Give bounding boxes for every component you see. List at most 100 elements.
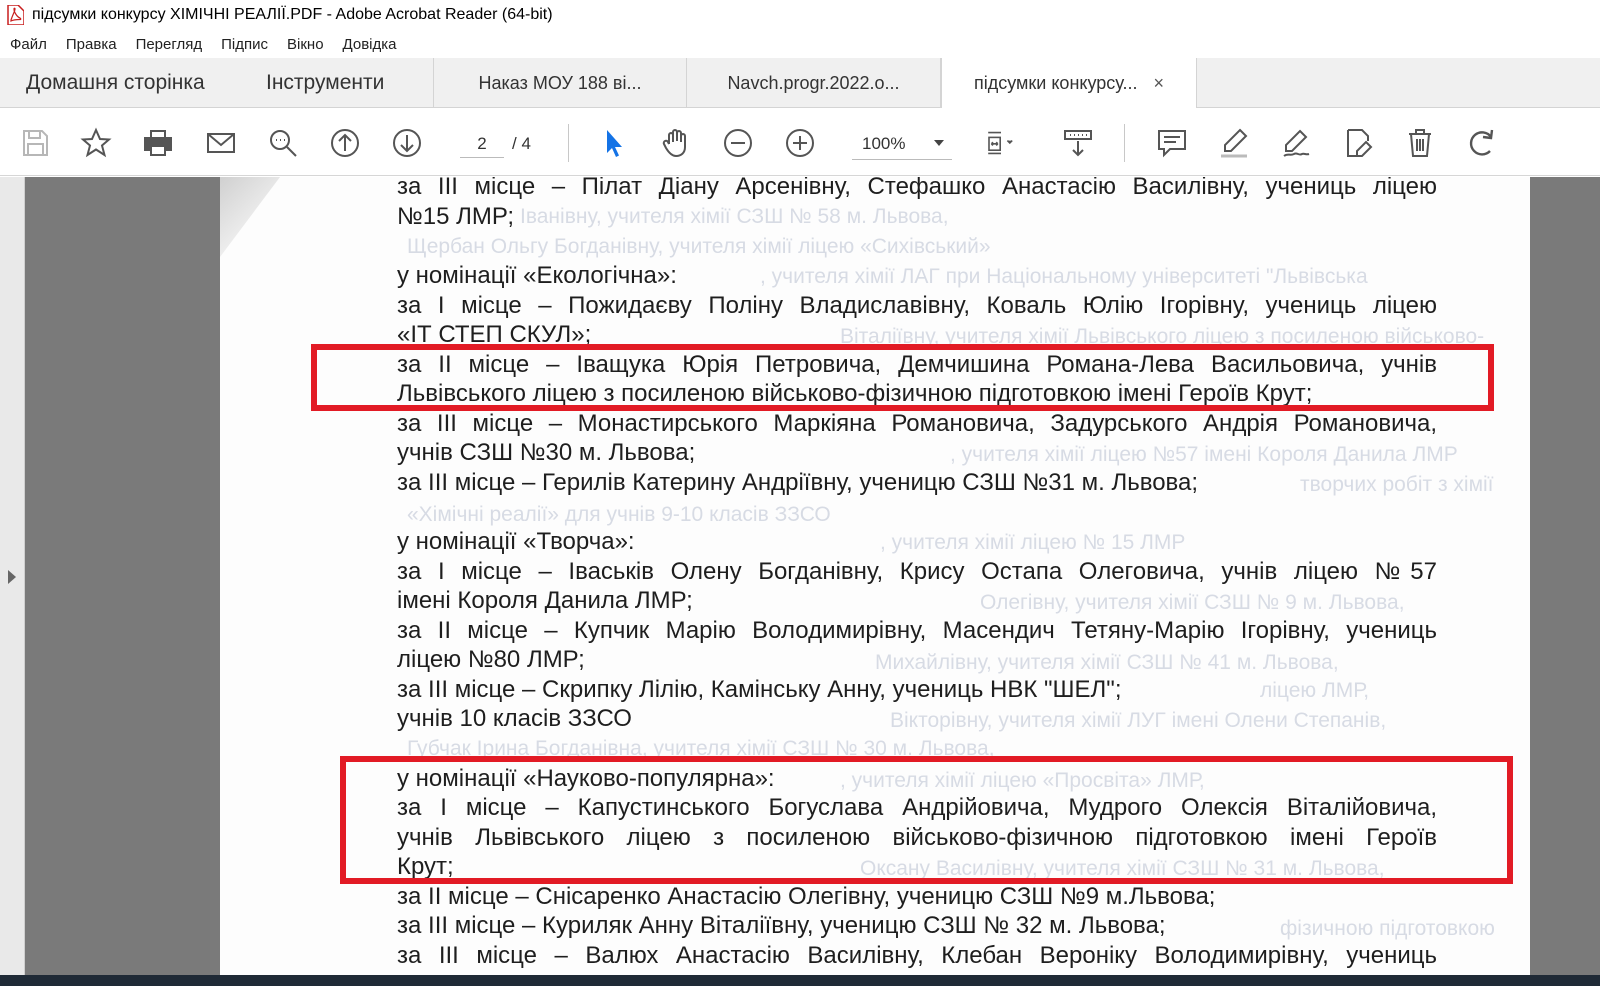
save-icon [23,130,48,156]
trash-icon [1409,129,1431,157]
scroll-down-icon [1064,130,1092,157]
minus-circle-icon [724,129,752,157]
bleed-through-text: «Хімічні реалії» для учнів 9-10 класів З… [407,503,831,526]
document-line: за ІІІ місце – Монастирського Маркіяна Р… [397,410,1437,437]
highlighter-pen-icon [1221,128,1248,158]
toolbar: / 4 100% [0,108,1600,176]
zoom-level-dropdown[interactable]: 100% [852,128,952,160]
document-line: учнів 10 класів ЗЗСО [397,705,632,732]
bleed-through-text: творчих робіт з хімії [1300,473,1494,496]
fit-page-icon [988,131,1013,155]
bleed-through-text: , учителя хімії ліцею №57 імені Короля Д… [950,443,1458,466]
pdf-page: Іванівну, учителя хімії СЗШ № 58 м. Льво… [220,177,1530,975]
edit-document-icon [1347,129,1373,157]
tab-document-3-label: підсумки конкурсу... [974,73,1138,93]
page-display-button[interactable] [978,125,1024,161]
find-button[interactable] [265,125,301,161]
menu-sign[interactable]: Підпис [221,36,268,53]
chevron-down-icon [934,140,944,146]
bleed-through-text: ліцею ЛМР, [1260,679,1370,702]
bleed-through-text: Щербан Ольгу Богданівну, учителя хімії л… [407,235,991,258]
star-icon [80,127,112,158]
bleed-through-text: Іванівну, учителя хімії СЗШ № 58 м. Льво… [520,205,949,228]
zoom-level-value: 100% [862,133,906,153]
chevron-right-icon [8,570,16,584]
page-number-input[interactable] [460,130,504,158]
tab-document-1[interactable]: Наказ МОУ 188 ві... [433,58,687,108]
pen-signature-icon [1283,129,1310,157]
document-line: за І місце – Іваськів Олену Богданівну, … [397,558,1437,585]
document-line: учнів СЗШ №30 м. Львова; [397,439,696,466]
bleed-through-text: фізичною підготовкою [1280,917,1495,940]
envelope-icon [207,133,235,153]
bleed-through-text: Олегівну, учителя хімії СЗШ № 9 м. Львов… [980,591,1405,614]
tab-home[interactable]: Домашня сторінка [26,58,246,108]
navigation-pane-toggle[interactable] [0,177,25,975]
print-button[interactable] [140,125,176,161]
menu-edit[interactable]: Правка [66,36,117,53]
menu-bar: Файл Правка Перегляд Підпис Вікно Довідк… [0,30,1600,58]
document-line: імені Короля Данила ЛМР; [397,587,693,614]
bleed-through-text: Вікторівну, учителя хімії ЛУГ імені Олен… [890,709,1387,732]
delete-button[interactable] [1402,125,1438,161]
bookmark-button[interactable] [78,125,114,161]
page-fold-shadow [220,177,280,257]
red-highlight-box [340,756,1513,884]
document-line: ліцею №80 ЛМР; [397,646,585,673]
tab-document-1-label: Наказ МОУ 188 ві... [478,72,642,93]
select-tool-button[interactable] [596,125,632,161]
rotate-clockwise-icon [1469,129,1494,156]
document-line: за ІІ місце – Снісаренко Анастасію Олегі… [397,883,1216,910]
printer-icon [144,130,172,156]
tab-document-2[interactable]: Navch.progr.2022.o... [687,58,941,108]
document-line: за ІІІ місце – Скрипку Лілію, Камінську … [397,676,1122,703]
document-line: у номінації «Екологічна»: [397,262,677,289]
document-line: за ІІІ місце – Пілат Діану Арсенівну, Ст… [397,177,1437,200]
arrow-up-circle-icon [331,129,359,157]
menu-file[interactable]: Файл [10,36,47,53]
menu-window[interactable]: Вікно [287,36,324,53]
edit-pdf-button[interactable] [1340,125,1376,161]
zoom-search-icon [270,130,297,157]
acrobat-pdf-icon [7,5,24,25]
hand-tool-button[interactable] [658,125,694,161]
tab-close-icon[interactable]: × [1153,73,1164,94]
title-bar: підсумки конкурсу ХІМІЧНІ РЕАЛІЇ.PDF - A… [0,0,1600,30]
comment-icon [1158,130,1186,158]
document-line: за ІІІ місце – Герилів Катерину Андріївн… [397,469,1199,496]
document-line: за І місце – Пожидаєву Поліну Владиславі… [397,292,1437,319]
bleed-through-text: , учителя хімії ЛАГ при Національному ун… [760,265,1368,288]
bleed-through-text: Михайлівну, учителя хімії СЗШ № 41 м. Ль… [875,651,1339,674]
document-line: за ІІІ місце – Куриляк Анну Віталіївну, … [397,912,1166,939]
zoom-out-button[interactable] [720,125,756,161]
document-line: за ІІІ місце – Валюх Анастасію Василівну… [397,942,1437,969]
zoom-in-button[interactable] [782,125,818,161]
highlight-button[interactable] [1216,125,1252,161]
page-total: / 4 [512,134,531,153]
comment-button[interactable] [1154,125,1190,161]
document-line: за ІІ місце – Купчик Марію Володимирівну… [397,617,1437,644]
document-line: у номінації «Творча»: [397,528,635,555]
arrow-down-circle-icon [393,129,421,157]
plus-circle-icon [786,129,814,157]
sign-button[interactable] [1278,125,1314,161]
next-page-button[interactable] [389,125,425,161]
document-viewer[interactable]: Іванівну, учителя хімії СЗШ № 58 м. Льво… [0,177,1600,975]
save-button[interactable] [17,125,53,161]
rotate-button[interactable] [1464,125,1500,161]
scroll-mode-button[interactable] [1060,125,1096,161]
email-button[interactable] [203,125,239,161]
toolbar-separator [568,124,569,162]
tab-document-2-label: Navch.progr.2022.o... [727,72,900,93]
tab-document-3[interactable]: підсумки конкурсу... × [941,58,1197,109]
hand-icon [662,129,686,158]
menu-view[interactable]: Перегляд [136,36,203,53]
tab-tools[interactable]: Інструменти [266,58,426,108]
menu-help[interactable]: Довідка [343,36,397,53]
bleed-through-text: , учителя хімії ліцею № 15 ЛМР [880,531,1186,554]
toolbar-separator [1124,124,1125,162]
previous-page-button[interactable] [327,125,363,161]
red-highlight-box [311,344,1494,411]
cursor-arrow-icon [607,130,622,157]
document-line: №15 ЛМР; [397,203,514,230]
